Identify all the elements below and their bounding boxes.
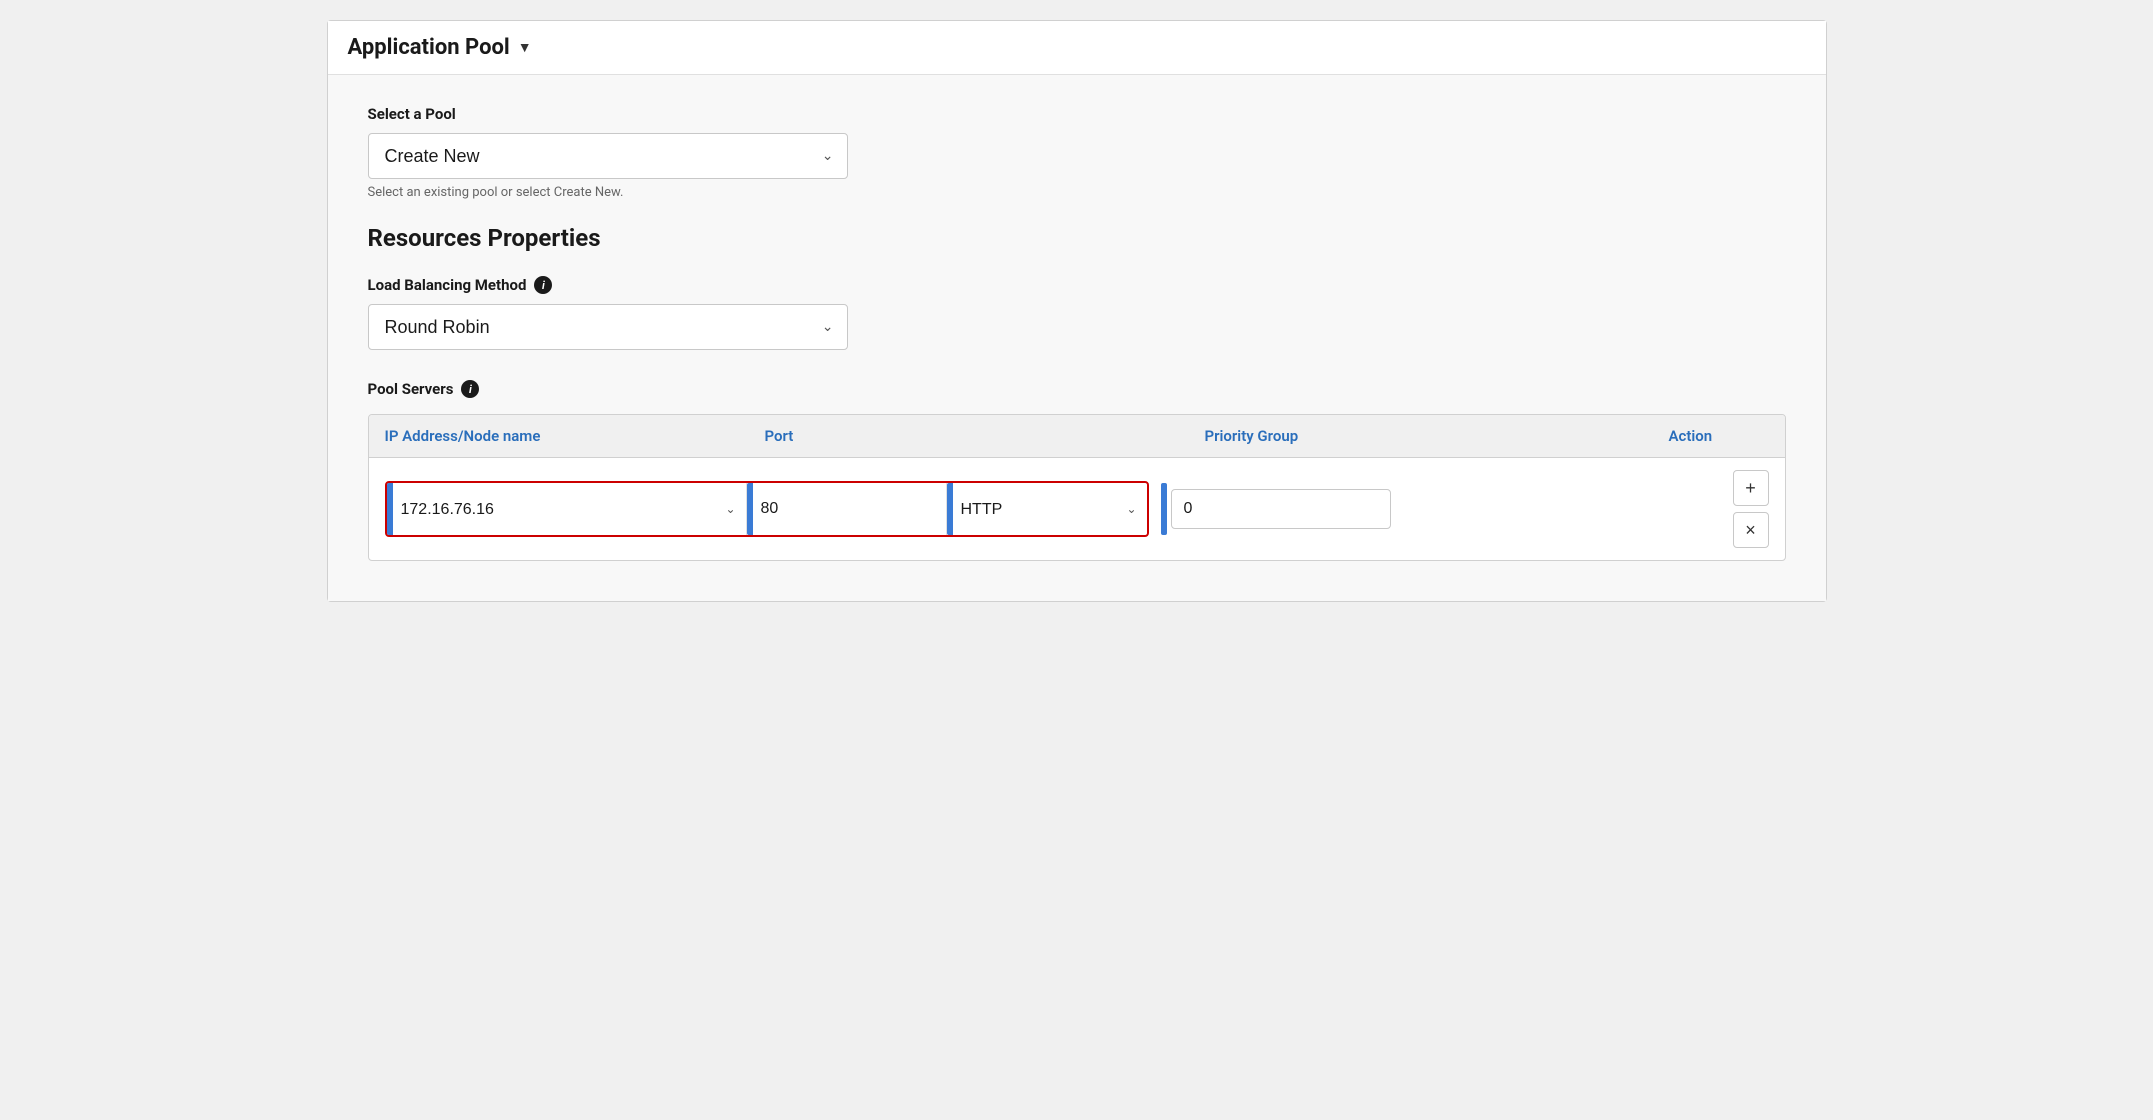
http-select[interactable]: HTTP HTTPS bbox=[953, 501, 1127, 518]
pool-hint-text: Select an existing pool or select Create… bbox=[368, 185, 1786, 200]
servers-table: IP Address/Node name Port Priority Group… bbox=[368, 414, 1786, 561]
table-row: 172.16.76.16 ⌄ bbox=[385, 470, 1769, 548]
pool-select[interactable]: Create New Pool 1 Pool 2 bbox=[368, 133, 848, 179]
http-cell: HTTP HTTPS ⌄ bbox=[947, 483, 1147, 535]
col-header-protocol bbox=[985, 427, 1205, 445]
table-header: IP Address/Node name Port Priority Group… bbox=[369, 415, 1785, 458]
load-balancing-info-icon[interactable]: i bbox=[534, 276, 552, 294]
priority-input[interactable] bbox=[1171, 489, 1391, 529]
ip-chevron-icon: ⌄ bbox=[725, 502, 735, 516]
select-pool-label: Select a Pool bbox=[368, 105, 1786, 123]
application-pool-panel: Application Pool ▼ Select a Pool Create … bbox=[327, 20, 1827, 602]
resources-title: Resources Properties bbox=[368, 224, 1786, 252]
col-header-port: Port bbox=[765, 427, 985, 445]
col-header-action: Action bbox=[1669, 427, 1769, 445]
http-chevron-icon: ⌄ bbox=[1126, 502, 1136, 516]
col-header-ip: IP Address/Node name bbox=[385, 427, 765, 445]
remove-row-button[interactable]: × bbox=[1733, 512, 1769, 548]
port-input[interactable] bbox=[753, 500, 976, 518]
select-pool-group: Select a Pool Create New Pool 1 Pool 2 ⌄… bbox=[368, 105, 1786, 200]
action-cell: + × bbox=[1717, 470, 1769, 548]
add-row-button[interactable]: + bbox=[1733, 470, 1769, 506]
pool-servers-label: Pool Servers i bbox=[368, 380, 1786, 398]
panel-header: Application Pool ▼ bbox=[328, 21, 1826, 75]
pool-servers-info-icon[interactable]: i bbox=[461, 380, 479, 398]
table-body: 172.16.76.16 ⌄ bbox=[369, 458, 1785, 560]
col-header-priority: Priority Group bbox=[1205, 427, 1669, 445]
row-red-border: 172.16.76.16 ⌄ bbox=[385, 481, 1149, 537]
ip-cell: 172.16.76.16 ⌄ bbox=[387, 483, 747, 535]
panel-chevron-icon[interactable]: ▼ bbox=[518, 39, 532, 56]
load-balancing-label: Load Balancing Method i bbox=[368, 276, 1786, 294]
port-cell bbox=[747, 483, 947, 535]
priority-cell bbox=[1161, 483, 1717, 535]
panel-body: Select a Pool Create New Pool 1 Pool 2 ⌄… bbox=[328, 75, 1826, 601]
load-balancing-select-wrapper: Round Robin Least Connections IP Hash ⌄ bbox=[368, 304, 848, 350]
priority-blue-bar bbox=[1161, 483, 1167, 535]
pool-select-wrapper: Create New Pool 1 Pool 2 ⌄ bbox=[368, 133, 848, 179]
ip-select[interactable]: 172.16.76.16 bbox=[393, 501, 726, 518]
pool-servers-section: Pool Servers i IP Address/Node name Port… bbox=[368, 380, 1786, 561]
load-balancing-group: Load Balancing Method i Round Robin Leas… bbox=[368, 276, 1786, 350]
load-balancing-select[interactable]: Round Robin Least Connections IP Hash bbox=[368, 304, 848, 350]
panel-title: Application Pool bbox=[348, 35, 510, 60]
